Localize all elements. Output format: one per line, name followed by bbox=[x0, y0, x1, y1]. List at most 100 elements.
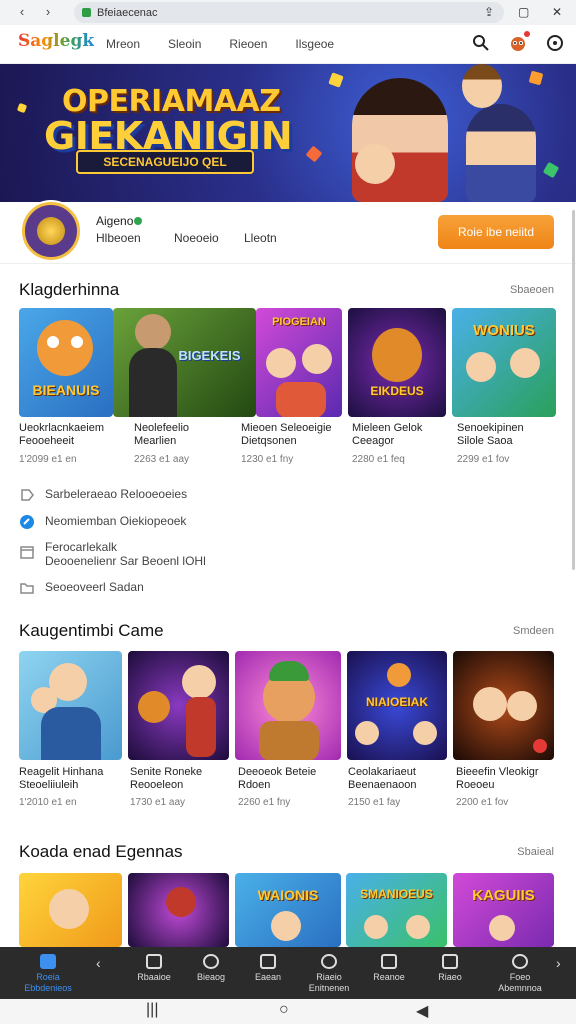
tab-item[interactable]: Riaeo bbox=[422, 947, 478, 999]
game-card[interactable]: WAIONIS bbox=[235, 873, 341, 947]
chevron-left-icon[interactable]: ‹ bbox=[96, 955, 101, 971]
tab-label: Reanoe bbox=[373, 972, 405, 982]
primary-action-button[interactable]: Roie ibe neiitd bbox=[438, 215, 554, 249]
profile-stat[interactable]: Lleotn bbox=[244, 231, 277, 245]
info-item[interactable]: Sarbeleraeao Relooeoeies bbox=[19, 487, 187, 503]
card-title[interactable]: Neolefeelio bbox=[134, 422, 189, 435]
card-subtitle: Silole Saoa bbox=[457, 435, 513, 447]
tab-home[interactable]: Roeia Ebbdenieos bbox=[20, 947, 76, 999]
section-title: Koada enad Egennas bbox=[19, 842, 183, 861]
tab-item[interactable]: Bieaog bbox=[183, 947, 239, 999]
game-card[interactable]: KAGUIIS bbox=[453, 873, 554, 947]
banner-subtitle: SECENAGUEIJO QEL bbox=[76, 150, 254, 174]
game-card[interactable] bbox=[453, 651, 554, 760]
card-art-label: WONIUS bbox=[473, 322, 535, 339]
game-card[interactable]: SMANIOEUS bbox=[346, 873, 447, 947]
card-subtitle: Reooeleon bbox=[130, 779, 184, 791]
card-meta: 1'2010 e1 en bbox=[19, 797, 77, 808]
game-card[interactable] bbox=[128, 651, 229, 760]
nav-item[interactable]: Rieoen bbox=[229, 37, 267, 51]
gamepad-icon bbox=[146, 954, 162, 969]
info-item[interactable]: Neomiemban Oiekiopeoek bbox=[19, 514, 186, 530]
hero-banner[interactable]: OPERIAMAAZ GIEKANIGIN SECENAGUEIJO QEL bbox=[0, 64, 576, 202]
card-title[interactable]: Ueokrlacnkaeiem bbox=[19, 422, 104, 435]
nav-item[interactable]: Mreon bbox=[106, 37, 140, 51]
mascot-icon[interactable] bbox=[508, 31, 530, 52]
url-text: Bfeiaecenac bbox=[97, 6, 158, 19]
lock-icon bbox=[82, 8, 91, 17]
card-title[interactable]: Mieleen Gelok bbox=[352, 422, 422, 435]
card-title[interactable]: Reagelit Hinhana bbox=[19, 766, 103, 779]
game-card[interactable] bbox=[19, 873, 122, 947]
card-subtitle: Feooeheeit bbox=[19, 435, 75, 447]
see-all-link[interactable]: Sbaeoen bbox=[510, 284, 554, 296]
site-header: Saglegk Mreon Sleoin Rieoen Ilsgeoe bbox=[0, 25, 576, 64]
tab-label: Roeia Ebbdenieos bbox=[24, 972, 72, 993]
card-title[interactable]: Senoekipinen bbox=[457, 422, 524, 435]
card-art-label: KAGUIIS bbox=[472, 887, 535, 904]
info-text: Seoeoveerl Sadan bbox=[45, 580, 144, 594]
card-meta: 1'2099 e1 en bbox=[19, 454, 77, 465]
scrollbar[interactable] bbox=[572, 210, 575, 570]
tab-label: Riaeio Enitnenen bbox=[308, 972, 350, 993]
see-all-link[interactable]: Sbaieal bbox=[517, 846, 554, 858]
game-card[interactable]: EIKDEUS bbox=[348, 308, 446, 417]
character-illustration bbox=[466, 104, 536, 202]
game-card[interactable] bbox=[19, 651, 122, 760]
card-art-label: NIAIOEIAK bbox=[365, 695, 428, 709]
nav-item[interactable]: Sleoin bbox=[168, 37, 201, 51]
chevron-right-icon[interactable]: › bbox=[556, 955, 561, 971]
account-icon[interactable] bbox=[546, 34, 564, 57]
channel-profile: Aigeno Hlbeoen Noeoeio Lleotn Roie ibe n… bbox=[0, 202, 576, 264]
info-item[interactable]: Ferocarlekalk Deooenelienr Sar Beoenl lO… bbox=[19, 540, 206, 568]
tab-item[interactable]: Rbaaioe bbox=[126, 947, 182, 999]
card-subtitle: Mearlien bbox=[134, 435, 177, 447]
game-card[interactable]: BIEANUIS bbox=[19, 308, 113, 417]
address-bar[interactable]: Bfeiaecenac ⇪ bbox=[74, 2, 504, 23]
game-card[interactable]: NIAIOEIAK bbox=[347, 651, 447, 760]
nav-item[interactable]: Ilsgeoe bbox=[295, 37, 334, 51]
card-subtitle: Steoeliiuleih bbox=[19, 779, 79, 791]
tabs-icon[interactable]: ▢ bbox=[518, 5, 529, 19]
profile-name: Aigeno bbox=[96, 214, 134, 228]
recents-icon[interactable]: ||| bbox=[146, 1001, 158, 1019]
card-title[interactable]: Mieoen Seleoeigie bbox=[241, 422, 332, 435]
tab-item[interactable]: Foeo Abemnnoa bbox=[492, 947, 548, 999]
tab-item[interactable]: Riaeio Enitnenen bbox=[301, 947, 357, 999]
card-meta: 2280 e1 feq bbox=[352, 454, 405, 465]
calendar-icon bbox=[20, 546, 34, 559]
search-icon[interactable] bbox=[472, 34, 490, 57]
card-meta: 1730 e1 aay bbox=[130, 797, 186, 808]
tab-item[interactable]: Eaean bbox=[240, 947, 296, 999]
info-item[interactable]: Seoeoveerl Sadan bbox=[19, 580, 144, 596]
game-card[interactable]: BIGEKEIS bbox=[113, 308, 256, 417]
avatar[interactable] bbox=[22, 202, 80, 260]
profile-stat[interactable]: Hlbeoen bbox=[96, 231, 141, 245]
tab-item[interactable]: Reanoe bbox=[361, 947, 417, 999]
card-art-label: PIOGEIAN bbox=[272, 316, 326, 328]
card-subtitle: Dietqsonen bbox=[241, 435, 297, 447]
back-triangle-icon[interactable]: ◀ bbox=[416, 1001, 428, 1021]
game-card[interactable] bbox=[235, 651, 341, 760]
tab-label: Bieaog bbox=[196, 972, 226, 982]
card-meta: 2263 e1 aay bbox=[134, 454, 190, 465]
forward-icon[interactable]: › bbox=[38, 4, 58, 19]
site-logo[interactable]: Saglegk bbox=[18, 31, 94, 51]
see-all-link[interactable]: Smdeen bbox=[513, 625, 554, 637]
card-subtitle: Roeoeu bbox=[456, 779, 495, 791]
back-icon[interactable]: ‹ bbox=[12, 4, 32, 19]
app-root: ‹ › Bfeiaecenac ⇪ ▢ ✕ Saglegk Mreon Sleo… bbox=[0, 0, 576, 1024]
game-card[interactable]: WONIUS bbox=[452, 308, 556, 417]
home-circle-icon[interactable]: ○ bbox=[279, 1001, 289, 1019]
game-card[interactable] bbox=[128, 873, 229, 947]
share-icon[interactable]: ⇪ bbox=[484, 5, 494, 19]
card-subtitle: Rdoen bbox=[238, 779, 271, 791]
card-title[interactable]: Senite Roneke bbox=[130, 766, 202, 779]
card-title[interactable]: Deeoeok Beteie bbox=[238, 766, 316, 779]
close-icon[interactable]: ✕ bbox=[552, 5, 562, 19]
game-card[interactable]: PIOGEIAN bbox=[256, 308, 342, 417]
card-title[interactable]: Bieeefin Vleokigr bbox=[456, 766, 539, 779]
card-art-label: EIKDEUS bbox=[370, 384, 424, 398]
card-title[interactable]: Ceolakariaeut bbox=[348, 766, 416, 779]
profile-stat[interactable]: Noeoeio bbox=[174, 231, 219, 245]
